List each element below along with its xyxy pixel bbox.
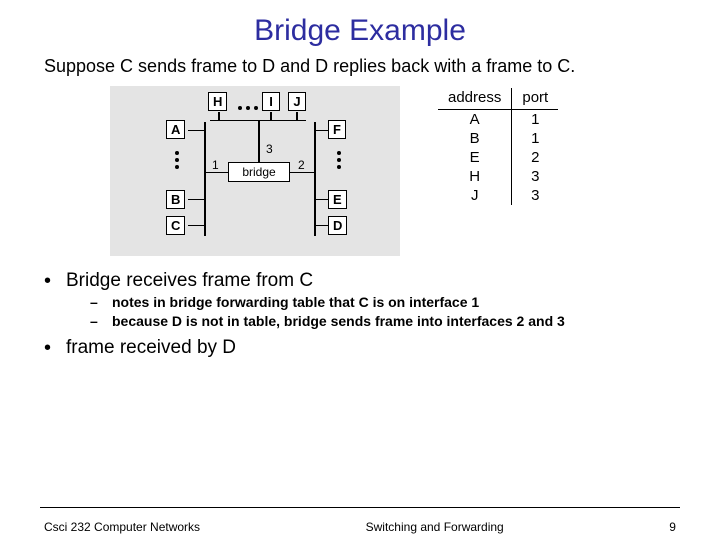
port3-label: 3 (266, 142, 273, 156)
footer: Csci 232 Computer Networks Switching and… (44, 520, 676, 534)
node-e: E (328, 190, 347, 209)
port2-label: 2 (298, 158, 305, 172)
intro-text: Suppose C sends frame to D and D replies… (44, 56, 676, 78)
footer-left: Csci 232 Computer Networks (44, 520, 200, 534)
bullet-list: Bridge receives frame from C notes in br… (44, 270, 676, 359)
ellipsis-icon (174, 148, 180, 172)
bullet-text: Bridge receives frame from C (66, 270, 313, 291)
table-row: E2 (438, 148, 558, 167)
col-port-header: port (512, 88, 558, 110)
col-address-header: address (438, 88, 512, 110)
bridge-box: bridge (228, 162, 290, 182)
figure-area: H I J 3 A B C 1 bridge F E D 2 (110, 86, 610, 256)
sub-bullet-item: because D is not in table, bridge sends … (84, 313, 676, 331)
footer-divider (40, 507, 680, 508)
node-d: D (328, 216, 347, 235)
footer-page-number: 9 (669, 520, 676, 534)
sub-bullet-item: notes in bridge forwarding table that C … (84, 294, 676, 312)
node-h: H (208, 92, 227, 111)
node-i: I (262, 92, 280, 111)
footer-center: Switching and Forwarding (366, 520, 504, 534)
network-diagram: H I J 3 A B C 1 bridge F E D 2 (110, 86, 400, 256)
table-row: B1 (438, 129, 558, 148)
node-f: F (328, 120, 346, 139)
slide-title: Bridge Example (0, 14, 720, 48)
node-c: C (166, 216, 185, 235)
forwarding-table: address port A1 B1 E2 H3 J3 (438, 88, 558, 205)
table-row: H3 (438, 167, 558, 186)
bullet-item: Bridge receives frame from C notes in br… (44, 270, 676, 331)
ellipsis-icon (236, 100, 260, 106)
sub-bullet-list: notes in bridge forwarding table that C … (66, 294, 676, 331)
node-j: J (288, 92, 306, 111)
node-a: A (166, 120, 185, 139)
node-b: B (166, 190, 185, 209)
table-row: A1 (438, 109, 558, 129)
table-row: J3 (438, 186, 558, 205)
bullet-text: frame received by D (66, 337, 236, 358)
bullet-item: frame received by D (44, 337, 676, 359)
ellipsis-icon (336, 148, 342, 172)
port1-label: 1 (212, 158, 219, 172)
